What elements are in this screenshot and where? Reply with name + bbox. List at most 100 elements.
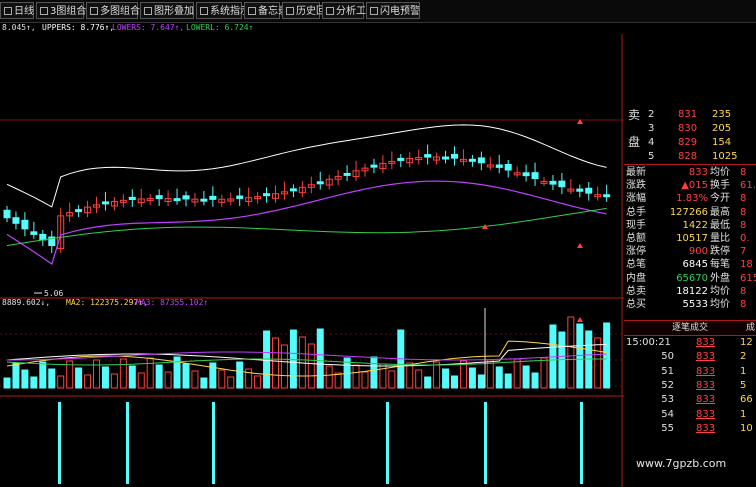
tick-row: 15:00:21 833 12	[624, 336, 756, 350]
volume-bar	[406, 362, 414, 389]
candle-body	[128, 196, 136, 201]
depth-level: 3	[648, 123, 655, 134]
indicator-line: 8.045↑, UPPERS: 8.776↑, LOWERS: 7.647↑, LOW…	[0, 22, 620, 34]
toolbar-button-2[interactable]: 多图组合	[86, 2, 140, 19]
candle-body	[424, 154, 432, 158]
tick-time: 52	[661, 379, 674, 391]
candle-body	[370, 164, 378, 168]
watermark: www.7gpzb.com	[636, 457, 727, 470]
quote-field-value2: 8	[740, 299, 747, 310]
depth-price: 828	[678, 151, 698, 162]
quote-field-label: 涨跌	[626, 180, 646, 192]
tab-tick-trades[interactable]: 逐笔成交	[672, 321, 708, 335]
volume-bar	[93, 359, 100, 389]
candle-body	[343, 172, 351, 176]
quote-field-value: 18122	[676, 285, 708, 297]
candle-body	[397, 157, 405, 161]
tab-deals[interactable]: 成	[746, 321, 755, 335]
volume-bar	[459, 360, 467, 389]
candle-body	[75, 209, 83, 213]
quote-field-row: 总额 10517 量比 0.	[624, 232, 756, 246]
tick-row: 55 833 10	[624, 422, 756, 436]
tick-time: 15:00:21	[626, 337, 671, 348]
toolbar-button-3[interactable]: 图形叠加	[140, 2, 194, 19]
tick-row: 53 833 66	[624, 393, 756, 407]
volume-bar	[594, 337, 602, 389]
quote-field-label2: 最高	[710, 206, 730, 218]
quote-field-label: 最新	[626, 167, 646, 178]
indicator-value-3: LOWERL: 6.724↑	[186, 23, 254, 32]
toolbar: 日线 3图组合 多图组合 图形叠加 系统指示 备忘录 历史回忆 分析工具 闪电预警	[0, 0, 756, 23]
volume-bar	[603, 322, 611, 389]
candle-body	[30, 231, 38, 235]
quote-field-value2: 8	[740, 219, 747, 231]
volume-bar	[477, 374, 485, 389]
indicator-value-2: LOWERS: 7.647↑,	[112, 23, 185, 32]
signal-bar	[212, 402, 215, 484]
volume-bar	[289, 329, 297, 389]
tick-row: 52 833 5	[624, 379, 756, 393]
quote-field-value: 833	[688, 167, 708, 178]
divider	[624, 164, 756, 165]
volume-bar	[39, 361, 47, 389]
volume-bar	[415, 369, 423, 389]
volume-indicator-2: MA3: 87355.102↑	[136, 298, 208, 307]
quote-field-row: 涨停 900 跌停 7	[624, 245, 756, 259]
quote-field-label2: 均价	[710, 167, 730, 178]
quote-field-value: 65670	[676, 272, 708, 284]
tick-volume: 1	[740, 365, 747, 377]
signal-arrow-icon	[577, 243, 583, 248]
ask-side-label: 卖	[628, 108, 641, 122]
quote-field-value2: 615	[740, 272, 756, 284]
signal-bar	[580, 402, 583, 484]
quote-field-value: 900	[688, 246, 708, 258]
tick-tab-bar: 逐笔成交 成	[624, 320, 756, 336]
quote-field-value2: 18	[740, 259, 753, 271]
toolbar-button-5[interactable]: 备忘录	[244, 2, 288, 19]
quote-field-label2: 均价	[710, 285, 730, 297]
toolbar-button-7[interactable]: 分析工具	[322, 2, 376, 19]
quote-field-row: 现手 1422 最低 8	[624, 219, 756, 233]
quote-field-label: 总笔	[626, 259, 646, 271]
volume-bar	[451, 375, 458, 389]
tick-price: 833	[696, 379, 716, 391]
toolbar-button-6[interactable]: 历史回忆	[282, 2, 336, 19]
candle-body	[549, 180, 557, 185]
quote-field-row: 涨幅 1.83% 今开 8	[624, 192, 756, 206]
volume-indicator-0: 8889.602↓,	[2, 298, 50, 307]
signal-bar	[484, 402, 487, 484]
quote-field-value: 6845	[682, 259, 708, 271]
quote-field-row: 总笔 6845 每笔 18	[624, 258, 756, 272]
volume-bar	[155, 364, 163, 389]
upper-band	[6, 124, 607, 208]
candle-body	[173, 198, 181, 202]
quote-field-label2: 最低	[710, 219, 730, 231]
quote-field-value2: 0.	[740, 233, 750, 244]
volume-bar	[352, 364, 360, 389]
quote-field-value: 5533	[682, 299, 708, 310]
volume-bar	[379, 363, 387, 389]
depth-row: 3 830 205	[624, 122, 756, 136]
volume-bar	[316, 328, 324, 389]
kline-chart[interactable]: 5.068889.602↓, MA2: 122375.297↑,MA3: 8735…	[0, 34, 624, 487]
volume-bar	[442, 368, 450, 389]
bid-side-label: 盘	[628, 135, 641, 149]
tick-volume: 12	[740, 337, 753, 348]
candle-body	[442, 156, 450, 160]
depth-volume: 235	[712, 109, 732, 120]
candle-body	[495, 164, 503, 168]
toolbar-button-0[interactable]: 日线	[0, 2, 34, 19]
candle-body	[316, 181, 324, 185]
toolbar-button-8[interactable]: 闪电预警	[366, 2, 420, 19]
candle-body	[289, 188, 297, 192]
quote-field-label: 总买	[626, 299, 646, 310]
quote-field-value: 10517	[676, 233, 708, 244]
quote-field-value2: 61.19	[740, 180, 756, 192]
quote-field-label: 总手	[626, 206, 646, 218]
depth-level: 5	[648, 151, 655, 162]
tick-price: 833	[696, 394, 716, 406]
toolbar-button-1[interactable]: 3图组合	[36, 2, 86, 19]
quote-field-value2: 8	[740, 285, 747, 297]
tick-price: 833	[696, 422, 716, 434]
toolbar-button-4[interactable]: 系统指示	[196, 2, 250, 19]
